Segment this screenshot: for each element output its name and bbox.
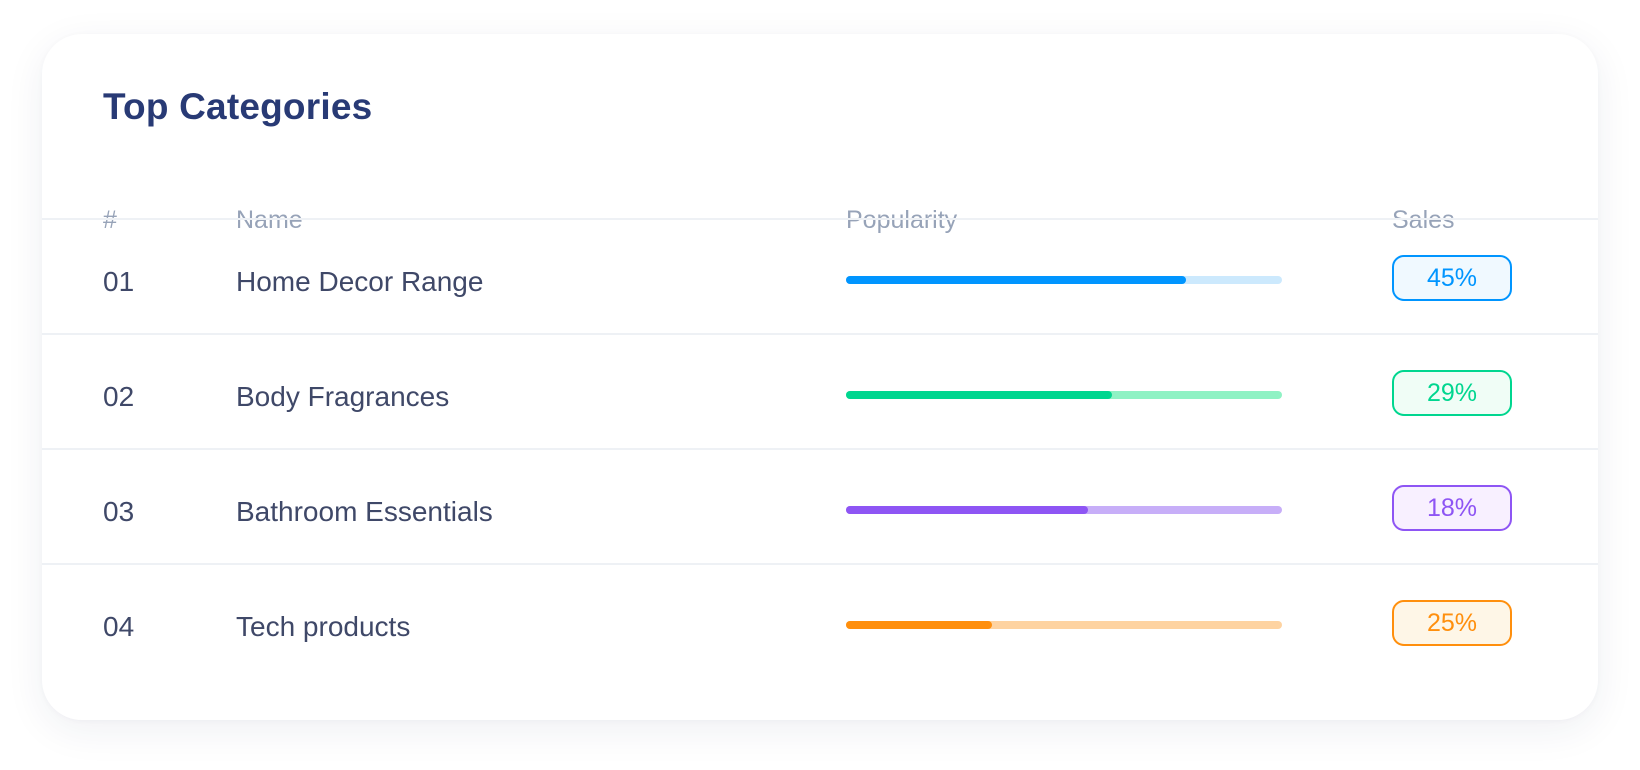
table-row[interactable]: 01 Home Decor Range 45% [42, 218, 1598, 339]
row-index: 02 [103, 381, 135, 412]
card-title: Top Categories [103, 86, 373, 127]
sales-badge: 18% [1392, 485, 1512, 531]
popularity-bar [846, 621, 993, 629]
table-row[interactable]: 03 Bathroom Essentials 18% [42, 448, 1598, 569]
sales-badge: 45% [1392, 255, 1512, 301]
table-row[interactable]: 02 Body Fragrances 29% [42, 333, 1598, 454]
top-categories-card: Top Categories # Name Popularity Sales 0… [42, 34, 1598, 720]
category-name: Body Fragrances [236, 381, 450, 412]
row-index: 04 [103, 611, 135, 642]
popularity-track [846, 621, 1282, 629]
row-index: 03 [103, 496, 135, 527]
popularity-track [846, 391, 1282, 399]
category-name: Tech products [236, 611, 411, 642]
sales-badge: 25% [1392, 600, 1512, 646]
sales-badge: 29% [1392, 370, 1512, 416]
popularity-track [846, 276, 1282, 284]
category-name: Bathroom Essentials [236, 496, 493, 527]
row-index: 01 [103, 266, 135, 297]
table-row[interactable]: 04 Tech products 25% [42, 563, 1598, 684]
popularity-bar [846, 391, 1112, 399]
popularity-track [846, 506, 1282, 514]
popularity-bar [846, 276, 1187, 284]
category-name: Home Decor Range [236, 266, 484, 297]
popularity-bar [846, 506, 1088, 514]
